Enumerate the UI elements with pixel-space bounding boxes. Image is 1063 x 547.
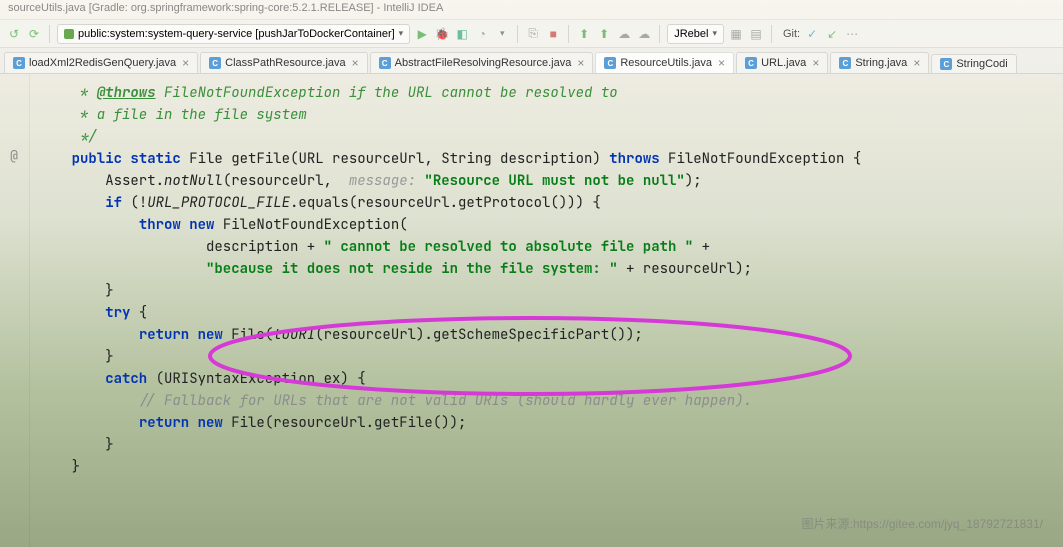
code-line: } [0,280,1063,302]
rocket-icon[interactable]: ⬆ [576,26,592,42]
attach-icon[interactable]: ⎘ [525,26,541,42]
java-file-icon: C [604,57,616,69]
gutter-annotation-icon[interactable]: @ [6,148,22,164]
sync-icon[interactable]: ↺ [6,26,22,42]
code-line: // Fallback for URLs that are not valid … [0,390,1063,412]
code-line: public static File getFile(URL resourceU… [0,148,1063,170]
window-title-bar: sourceUtils.java [Gradle: org.springfram… [0,0,1063,20]
main-toolbar: ↺ ⟳ public:system:system-query-service [… [0,20,1063,48]
tab-loadxml[interactable]: C loadXml2RedisGenQuery.java × [4,52,198,73]
gutter: @ [0,74,30,547]
more-run-icon[interactable]: ▾ [494,26,510,42]
git-label: Git: [783,28,800,40]
code-line: if (!URL_PROTOCOL_FILE.equals(resourceUr… [0,192,1063,214]
close-icon[interactable]: × [913,56,920,70]
separator [659,25,660,43]
watermark-text: 图片来源:https://gitee.com/jyq_18792721831/ [802,513,1043,535]
close-icon[interactable]: × [577,56,584,70]
window-title: sourceUtils.java [Gradle: org.springfram… [8,2,443,14]
separator [771,25,772,43]
editor-tabs: C loadXml2RedisGenQuery.java × C ClassPa… [0,48,1063,74]
close-icon[interactable]: × [812,56,819,70]
java-file-icon: C [745,57,757,69]
java-file-icon: C [940,58,952,70]
code-line: } [0,456,1063,478]
separator [517,25,518,43]
chevron-down-icon: ▾ [712,28,717,39]
code-line: throw new FileNotFoundException( [0,214,1063,236]
spring-icon [64,29,74,39]
code-editor[interactable]: @ * @throws FileNotFoundException if the… [0,74,1063,547]
tool-icon[interactable]: ▦ [728,26,744,42]
cloud2-icon[interactable]: ☁ [636,26,652,42]
profile-button[interactable]: ◔ [474,26,490,42]
code-line: catch (URISyntaxException ex) { [0,368,1063,390]
code-line: return new File(resourceUrl.getFile()); [0,412,1063,434]
code-line: */ [0,126,1063,148]
code-line: try { [0,302,1063,324]
java-file-icon: C [209,57,221,69]
close-icon[interactable]: × [352,56,359,70]
java-file-icon: C [13,57,25,69]
tab-string[interactable]: C String.java × [830,52,929,73]
jrebel-label: JRebel [674,28,708,40]
cloud-icon[interactable]: ☁ [616,26,632,42]
rocket2-icon[interactable]: ⬆ [596,26,612,42]
close-icon[interactable]: × [718,56,725,70]
code-line: "because it does not reside in the file … [0,258,1063,280]
vcs-more-icon[interactable]: ⋯ [844,26,860,42]
tab-label: loadXml2RedisGenQuery.java [29,57,176,69]
separator [49,25,50,43]
code-line: * a file in the file system [0,104,1063,126]
tab-abstractfile[interactable]: C AbstractFileResolvingResource.java × [370,52,594,73]
run-configuration-selector[interactable]: public:system:system-query-service [push… [57,24,410,44]
tab-classpathresource[interactable]: C ClassPathResource.java × [200,52,367,73]
coverage-button[interactable]: ◧ [454,26,470,42]
refresh-icon[interactable]: ⟳ [26,26,42,42]
java-file-icon: C [379,57,391,69]
close-icon[interactable]: × [182,56,189,70]
separator [568,25,569,43]
tab-label: String.java [855,57,907,69]
tab-label: URL.java [761,57,806,69]
jrebel-badge[interactable]: JRebel ▾ [667,24,724,44]
tab-label: AbstractFileResolvingResource.java [395,57,572,69]
run-button[interactable]: ▶ [414,26,430,42]
java-file-icon: C [839,57,851,69]
vcs-update-icon[interactable]: ✓ [804,26,820,42]
tab-label: ClassPathResource.java [225,57,345,69]
debug-button[interactable]: 🐞 [434,26,450,42]
tab-url[interactable]: C URL.java × [736,52,828,73]
code-line: } [0,434,1063,456]
stop-button[interactable]: ■ [545,26,561,42]
code-line: description + " cannot be resolved to ab… [0,236,1063,258]
tool2-icon[interactable]: ▤ [748,26,764,42]
chevron-down-icon: ▾ [399,28,404,39]
tab-label: StringCodi [956,58,1007,70]
code-line: return new File(toURI(resourceUrl).getSc… [0,324,1063,346]
code-line: Assert.notNull(resourceUrl, message: "Re… [0,170,1063,192]
tab-label: ResourceUtils.java [620,57,712,69]
vcs-commit-icon[interactable]: ↙ [824,26,840,42]
run-config-label: public:system:system-query-service [push… [78,28,395,40]
tab-resourceutils[interactable]: C ResourceUtils.java × [595,52,734,73]
tab-stringcodi[interactable]: C StringCodi [931,54,1016,73]
code-line: * @throws FileNotFoundException if the U… [0,82,1063,104]
code-line: } [0,346,1063,368]
